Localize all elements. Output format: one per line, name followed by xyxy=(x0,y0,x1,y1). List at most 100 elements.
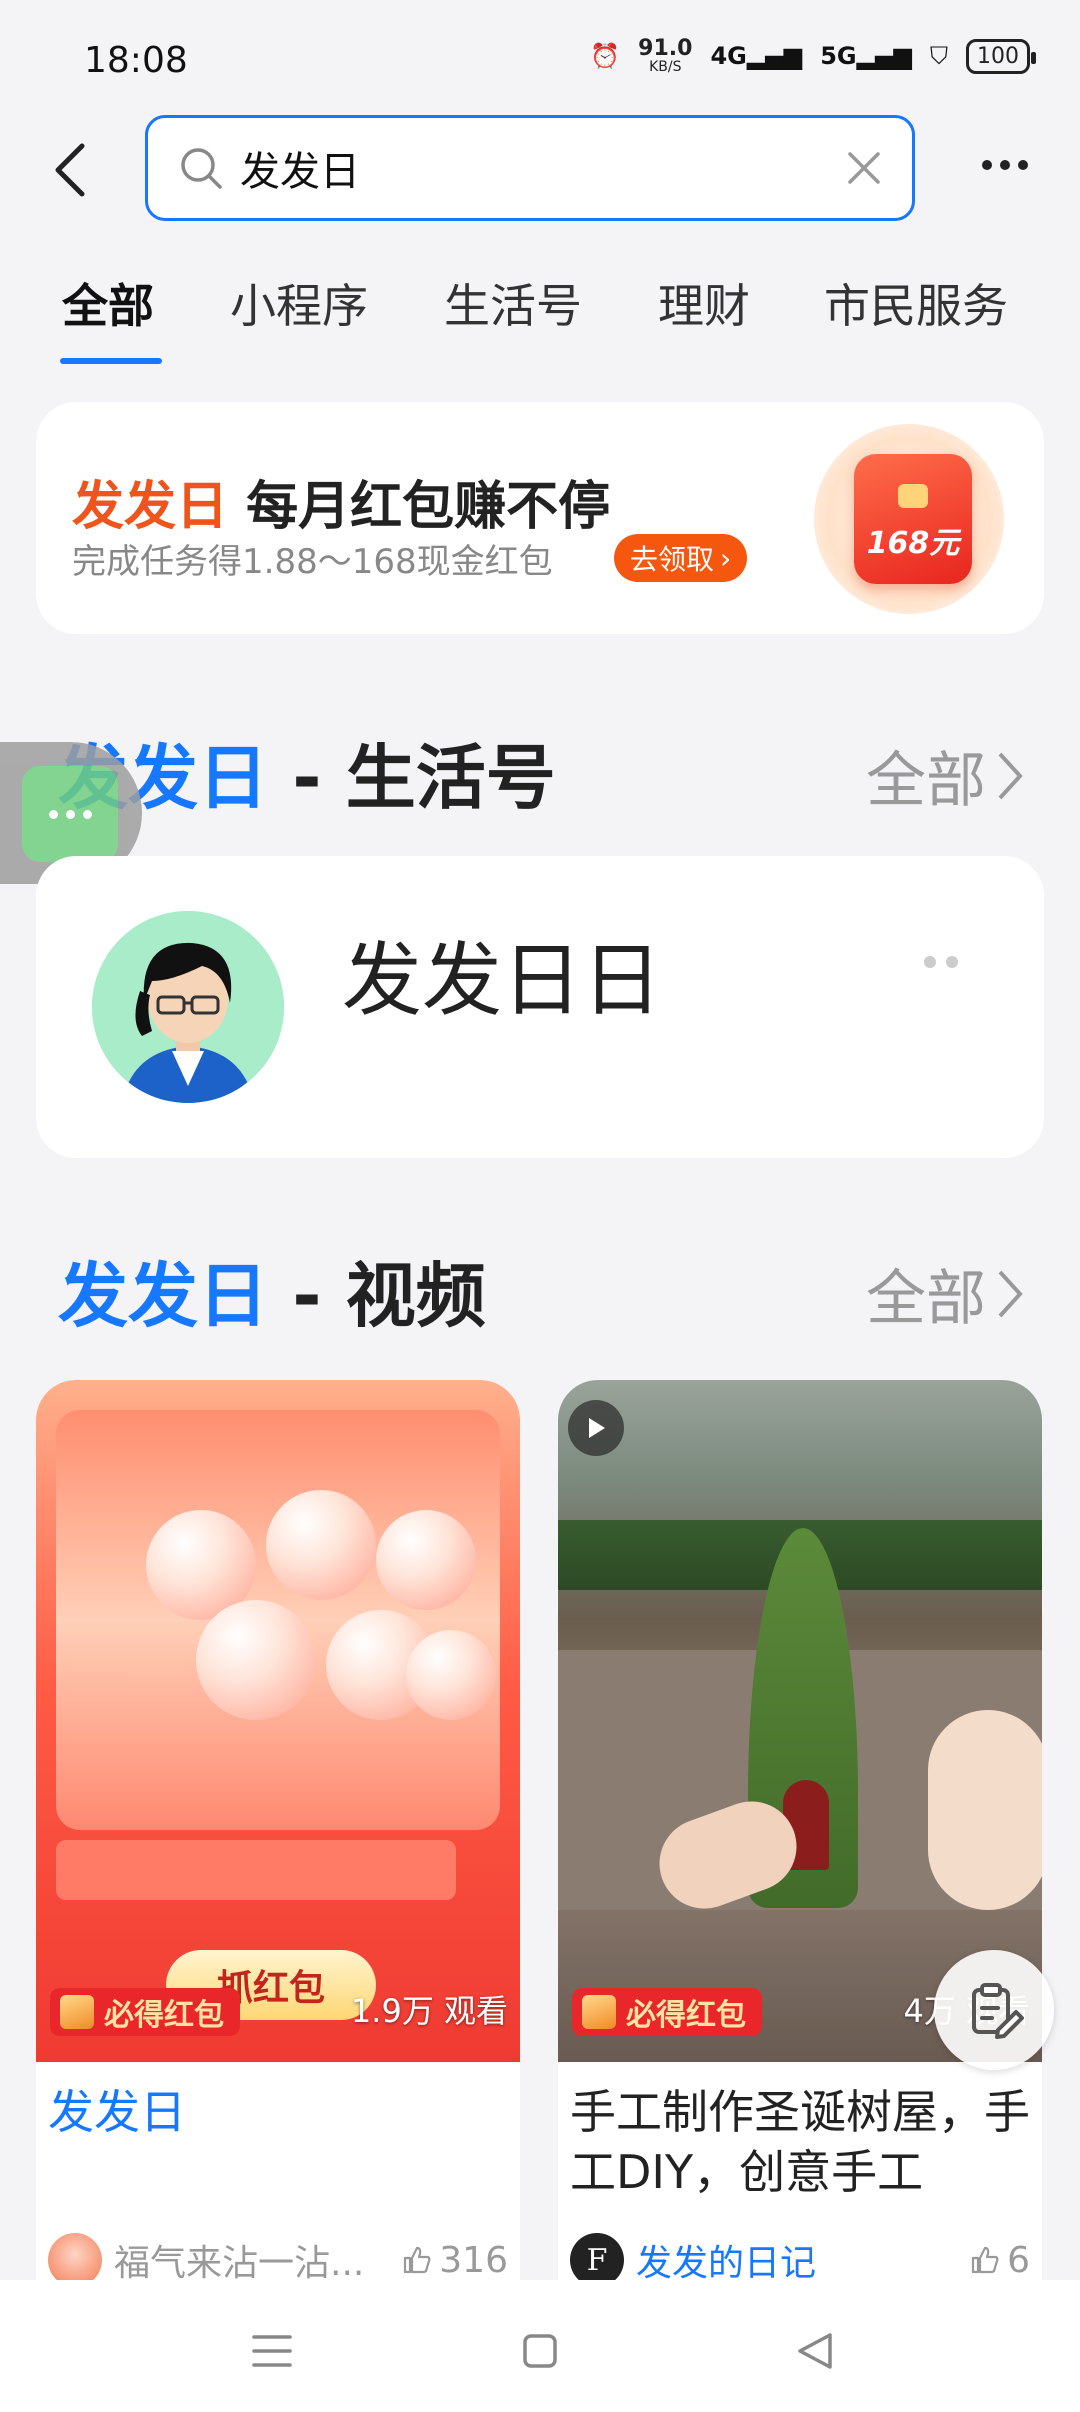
dollar-shield-icon: ⛉ xyxy=(930,42,948,70)
promo-banner[interactable]: 发发日 每月红包赚不停 完成任务得1.88～168现金红包 去领取 › 168元 xyxy=(36,402,1044,634)
active-tab-indicator xyxy=(60,358,162,364)
life-account-card[interactable]: 发发日日 xyxy=(36,856,1044,1158)
dot-icon xyxy=(48,809,58,819)
hand-right xyxy=(928,1710,1042,1910)
triangle-back-icon xyxy=(798,2333,832,2369)
chevron-right-icon: › xyxy=(720,541,732,575)
tab-all[interactable]: 全部 xyxy=(62,270,154,336)
life-see-all-button[interactable]: 全部 xyxy=(866,732,1024,819)
tab-citizen-services[interactable]: 市民服务 xyxy=(824,270,1008,336)
back-arrow-icon xyxy=(55,143,85,197)
chat-bubble-icon xyxy=(22,766,118,862)
account-name: 发发日日 xyxy=(342,934,662,1027)
reward-badge: 必得红包 xyxy=(50,1988,240,2036)
video-meta: 福气来沾一沾... 316 xyxy=(48,2232,508,2280)
prize-ball xyxy=(406,1630,496,1720)
video-section-title: 发发日 - 视频 xyxy=(58,1240,486,1341)
author-avatar xyxy=(48,2233,102,2280)
speed-value: 91.0 xyxy=(638,36,693,61)
battery-indicator: 100 xyxy=(966,38,1036,74)
avatar xyxy=(92,911,284,1103)
author-name[interactable]: 发发的日记 xyxy=(636,2234,957,2280)
dot-icon xyxy=(82,809,92,819)
clipboard-edit-icon xyxy=(972,1983,1024,2039)
dot-icon xyxy=(982,160,992,170)
dot-icon xyxy=(1000,160,1010,170)
banner-title-text: 每月红包赚不停 xyxy=(246,477,611,537)
tab-mini-programs[interactable]: 小程序 xyxy=(230,270,368,336)
claim-label: 去领取 xyxy=(630,543,715,576)
network-speed: 91.0 KB/S xyxy=(638,36,693,75)
banner-title: 发发日 每月红包赚不停 xyxy=(72,464,610,539)
like-count: 316 xyxy=(439,2239,508,2281)
banner-keyword: 发发日 xyxy=(72,477,229,537)
view-count: 1.9万 观看 xyxy=(350,1992,508,2030)
signal-4g-icon: 4G▂▄▆ xyxy=(710,42,803,70)
life-section-title-text: - 生活号 xyxy=(268,737,556,819)
like-button[interactable]: 6 xyxy=(969,2239,1030,2281)
search-input[interactable]: 发发日 xyxy=(145,115,915,221)
machine-panel xyxy=(56,1840,456,1900)
chevron-right-icon xyxy=(998,1270,1023,1317)
life-section-header: 发发日 - 生活号 全部 xyxy=(58,722,1024,819)
red-packet-icon: 168元 xyxy=(854,454,972,584)
loading-dots xyxy=(924,956,958,968)
menu-icon xyxy=(252,2335,292,2367)
dot-icon xyxy=(1018,160,1028,170)
tab-finance[interactable]: 理财 xyxy=(658,270,750,336)
reward-badge: 必得红包 xyxy=(572,1988,762,2036)
category-tabs: 全部 小程序 生活号 理财 市民服务 xyxy=(0,260,1080,370)
recent-apps-button[interactable] xyxy=(242,2326,302,2376)
video-title: 发发日 xyxy=(48,2085,186,2139)
search-query: 发发日 xyxy=(240,149,360,195)
chevron-right-icon xyxy=(998,752,1023,799)
video-section-header: 发发日 - 视频 全部 xyxy=(58,1240,1024,1337)
signal-5g-icon: 5G▂▄▆ xyxy=(820,42,912,70)
like-button[interactable]: 316 xyxy=(401,2239,508,2281)
video-title: 手工制作圣诞树屋，手工DIY，创意手工 xyxy=(570,2085,1030,2199)
video-meta: F 发发的日记 6 xyxy=(570,2232,1030,2280)
dot-icon xyxy=(65,809,75,819)
red-packet-illustration: 168元 xyxy=(814,424,1004,614)
speed-unit: KB/S xyxy=(649,59,682,75)
net1-label: 4G xyxy=(710,42,747,70)
see-all-label: 全部 xyxy=(866,1264,986,1334)
square-icon xyxy=(523,2334,557,2368)
author-name[interactable]: 福气来沾一沾... xyxy=(114,2234,389,2280)
net2-label: 5G xyxy=(820,42,857,70)
claw-machine-illustration xyxy=(56,1410,500,1830)
video-section-title-text: - 视频 xyxy=(268,1255,486,1337)
status-time: 18:08 xyxy=(84,40,188,81)
clear-icon[interactable] xyxy=(846,150,882,186)
back-nav-button[interactable] xyxy=(784,2326,844,2376)
claim-button[interactable]: 去领取 › xyxy=(614,534,748,582)
feedback-button[interactable] xyxy=(934,1950,1054,2070)
play-icon xyxy=(568,1400,624,1456)
prize-ball xyxy=(376,1510,476,1610)
status-icons: ⏰ 91.0 KB/S 4G▂▄▆ 5G▂▄▆ ⛉ 100 xyxy=(590,36,1036,75)
alarm-icon: ⏰ xyxy=(590,42,621,70)
video-section-keyword: 发发日 xyxy=(58,1255,268,1337)
author-avatar: F xyxy=(570,2233,624,2280)
video-card[interactable]: 必得红包 4万 观看 手工制作圣诞树屋，手工DIY，创意手工 F 发发的日记 6 xyxy=(558,1380,1042,2280)
system-navigation-bar xyxy=(0,2280,1080,2412)
prize-ball xyxy=(266,1490,376,1600)
status-bar: 18:08 ⏰ 91.0 KB/S 4G▂▄▆ 5G▂▄▆ ⛉ 100 xyxy=(0,0,1080,110)
video-thumbnail: 抓红包 必得红包 1.9万 观看 xyxy=(36,1380,520,2062)
dot-icon xyxy=(924,956,936,968)
thumbs-up-icon xyxy=(971,2246,999,2274)
video-card[interactable]: 抓红包 必得红包 1.9万 观看 发发日 福气来沾一沾... 316 xyxy=(36,1380,520,2280)
thumbs-up-icon xyxy=(404,2246,431,2274)
home-button[interactable] xyxy=(510,2326,570,2376)
tab-life-accounts[interactable]: 生活号 xyxy=(444,270,582,336)
more-options-button[interactable] xyxy=(970,140,1040,190)
cartoon-avatar-icon xyxy=(92,911,284,1103)
back-button[interactable] xyxy=(50,130,110,210)
video-see-all-button[interactable]: 全部 xyxy=(866,1250,1024,1337)
search-icon xyxy=(181,148,222,189)
dot-icon xyxy=(946,956,958,968)
banner-subtitle: 完成任务得1.88～168现金红包 xyxy=(72,542,553,582)
prize-ball xyxy=(196,1600,316,1720)
see-all-label: 全部 xyxy=(866,746,986,816)
like-count: 6 xyxy=(1007,2239,1030,2281)
